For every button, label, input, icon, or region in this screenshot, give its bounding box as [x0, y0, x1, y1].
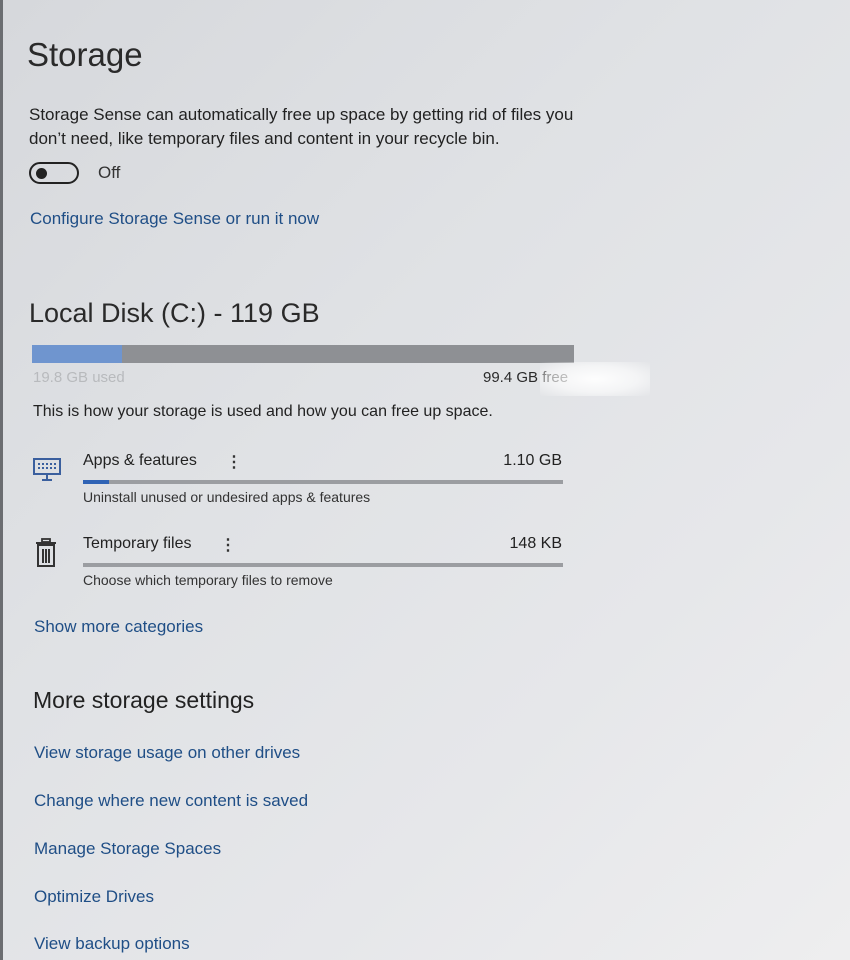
category-usage-bar [83, 563, 563, 567]
category-usage-bar-fill [83, 480, 110, 484]
keyboard-icon [32, 455, 61, 483]
loading-dots-icon: ⋮ [220, 537, 236, 554]
disk-usage-bar [32, 345, 574, 363]
category-name: Apps & features [83, 452, 197, 469]
category-subtitle: Uninstall unused or undesired apps & fea… [83, 489, 371, 505]
category-name: Temporary files [83, 535, 192, 552]
toggle-knob [36, 168, 47, 179]
category-subtitle: Choose which temporary files to remove [83, 572, 333, 588]
more-storage-settings-title: More storage settings [33, 687, 255, 713]
page-title: Storage [27, 36, 143, 73]
category-size: 148 KB [509, 535, 562, 552]
configure-storage-sense-link[interactable]: Configure Storage Sense or run it now [30, 209, 319, 229]
screen-glare [540, 362, 650, 396]
view-storage-usage-other-drives-link[interactable]: View storage usage on other drives [34, 743, 300, 763]
storage-sense-toggle-state: Off [98, 163, 121, 182]
view-backup-options-link[interactable]: View backup options [34, 934, 190, 954]
loading-dots-icon: ⋮ [226, 454, 242, 471]
category-size: 1.10 GB [503, 452, 562, 469]
optimize-drives-link[interactable]: Optimize Drives [34, 887, 154, 907]
disk-used-label: 19.8 GB used [33, 369, 125, 386]
change-new-content-location-link[interactable]: Change where new content is saved [34, 791, 308, 811]
trash-icon [33, 537, 61, 567]
show-more-categories-link[interactable]: Show more categories [34, 617, 203, 637]
manage-storage-spaces-link[interactable]: Manage Storage Spaces [34, 839, 221, 859]
category-usage-bar [83, 480, 563, 484]
disk-title: Local Disk (C:) - 119 GB [29, 298, 320, 328]
window-left-edge [0, 0, 3, 960]
storage-sense-description: Storage Sense can automatically free up … [29, 105, 574, 148]
disk-usage-bar-fill [32, 345, 122, 363]
storage-sense-toggle[interactable] [29, 162, 79, 184]
usage-description: This is how your storage is used and how… [33, 403, 493, 420]
